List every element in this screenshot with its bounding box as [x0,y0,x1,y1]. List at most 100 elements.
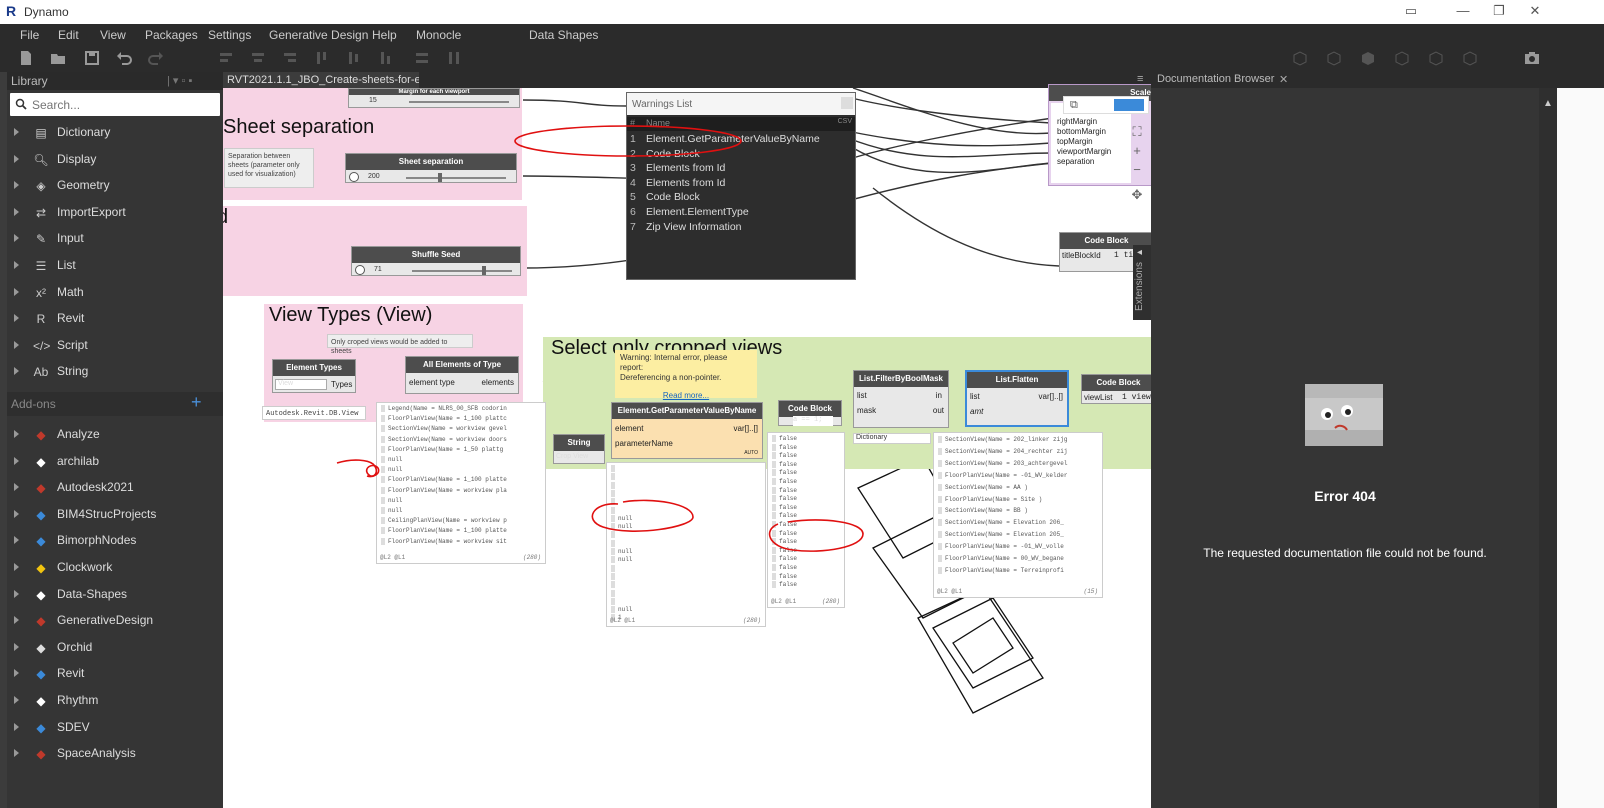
expand-arrow-icon[interactable] [14,314,19,323]
view-left-icon[interactable] [1394,50,1410,66]
search-icon [15,98,27,110]
expand-arrow-icon[interactable] [14,154,19,163]
library-category-revit[interactable]: R Revit [7,306,223,332]
expand-arrow-icon[interactable] [14,722,19,731]
addon-package-label: SDEV [57,719,90,734]
bimorph-icon: ◆ [36,534,46,549]
save-icon[interactable] [84,50,100,66]
addon-package-archilab[interactable]: ◆ archilab [7,449,223,475]
menu-packages[interactable]: Packages [145,28,198,42]
expand-arrow-icon[interactable] [14,536,19,545]
addon-package-sdev[interactable]: ◆ SDEV [7,715,223,741]
align-top-icon [317,52,326,64]
view-right-icon[interactable] [1360,50,1376,66]
expand-arrow-icon[interactable] [14,181,19,190]
documentation-scrollbar[interactable]: ▲ [1539,88,1557,808]
menu-edit[interactable]: Edit [58,28,79,42]
minimize-button[interactable]: — [1448,3,1478,21]
extensions-tab[interactable]: ◂ Extensions [1133,245,1151,320]
menu-help[interactable]: Help [372,28,397,42]
library-category-list[interactable]: ☰ List [7,253,223,279]
expand-arrow-icon[interactable] [14,234,19,243]
library-category-importexport[interactable]: ⇄ ImportExport [7,200,223,226]
documentation-tab[interactable]: Documentation Browser ✕ [1151,72,1604,88]
workspace-canvas[interactable]: RVT2021.1.1_JBO_Create-sheets-for-exi: ✕… [223,72,1151,808]
library-category-display[interactable]: 🔍︎ Display [7,147,223,173]
extensions-label: Extensions [1133,262,1145,311]
align-bottom-icon [381,52,390,64]
addon-package-data-shapes[interactable]: ◆ Data-Shapes [7,582,223,608]
addon-package-label: Rhythm [57,693,99,707]
open-file-icon[interactable] [50,50,66,66]
restore-button[interactable]: ❐ [1484,3,1514,21]
expand-arrow-icon[interactable] [14,642,19,651]
expand-arrow-icon[interactable] [14,749,19,758]
expand-arrow-icon[interactable] [14,456,19,465]
undo-icon[interactable] [116,50,132,66]
expand-arrow-icon[interactable] [14,509,19,518]
presentation-icon[interactable]: ▭ [1396,3,1426,21]
view-iso-icon[interactable] [1462,50,1478,66]
view-front-icon[interactable] [1326,50,1342,66]
new-file-icon[interactable] [18,50,34,66]
expand-arrow-icon[interactable] [14,128,19,136]
library-search-input[interactable] [32,96,212,113]
add-package-icon[interactable]: + [191,392,202,413]
scroll-up-icon[interactable]: ▲ [1543,98,1553,109]
library-category-dictionary[interactable]: ▤ Dictionary [7,120,223,146]
addon-package-revit[interactable]: ◆ Revit [7,661,223,687]
cube-icon: ◈ [36,179,46,194]
expand-arrow-icon[interactable] [14,430,19,438]
addon-package-autodesk2021[interactable]: ◆ Autodesk2021 [7,475,223,501]
library-category-math[interactable]: x² Math [7,280,223,306]
menu-data-shapes[interactable]: Data Shapes [529,28,598,42]
expand-arrow-icon[interactable] [14,287,19,296]
menu-generative-design[interactable]: Generative Design [269,28,368,42]
library-filter-icon[interactable]: | ▾ ▫ ▪ [167,74,192,87]
library-category-input[interactable]: ✎ Input [7,226,223,252]
menu-settings[interactable]: Settings [208,28,251,42]
distribute-icon [416,53,428,63]
import-export-icon: ⇄ [35,205,47,220]
menu-file[interactable]: File [20,28,39,42]
library-category-string[interactable]: Ab String [7,359,223,385]
menu-view[interactable]: View [100,28,126,42]
addon-package-generativedesign[interactable]: ◆ GenerativeDesign [7,608,223,634]
expand-arrow-icon[interactable] [14,261,19,269]
library-search-box[interactable] [10,93,220,116]
expand-arrow-icon[interactable] [14,207,19,216]
expand-arrow-icon[interactable] [14,367,19,376]
string-icon: Ab [33,365,49,380]
close-button[interactable]: ✕ [1520,3,1550,21]
close-tab-icon[interactable]: ✕ [1279,73,1288,86]
library-category-label: String [57,364,89,379]
view-top-icon[interactable] [1292,50,1308,66]
expand-arrow-icon[interactable] [14,483,19,492]
window-title: Dynamo [24,5,69,19]
library-category-script[interactable]: </> Script [7,333,223,359]
align-center-icon [252,53,264,62]
expand-arrow-icon[interactable] [14,563,19,571]
addon-package-spaceanalysis[interactable]: ◆ SpaceAnalysis [7,741,223,767]
distribute-h-icon [449,52,459,64]
menu-monocle[interactable]: Monocle [416,28,461,42]
view-back-icon[interactable] [1428,50,1444,66]
red-circle-warning-item [514,125,742,157]
expand-arrow-icon[interactable] [14,669,19,678]
expand-arrow-icon[interactable] [14,340,19,349]
addon-package-orchid[interactable]: ◆ Orchid [7,635,223,661]
expand-arrow-icon[interactable] [14,616,19,625]
addon-package-clockwork[interactable]: ◆ Clockwork [7,555,223,581]
addon-package-bimorphnodes[interactable]: ◆ BimorphNodes [7,528,223,554]
collapse-arrow-icon[interactable]: ◂ [1137,247,1142,258]
addon-package-analyze[interactable]: ◆ Analyze [7,422,223,448]
expand-arrow-icon[interactable] [14,696,19,704]
addon-package-rhythm[interactable]: ◆ Rhythm [7,688,223,714]
redo-icon[interactable] [148,50,164,66]
addon-package-bim4strucprojects[interactable]: ◆ BIM4StrucProjects [7,502,223,528]
expand-arrow-icon[interactable] [14,589,19,598]
library-category-label: Geometry [57,178,110,193]
list-icon: ☰ [35,259,47,273]
library-category-geometry[interactable]: ◈ Geometry [7,173,223,199]
camera-icon[interactable] [1524,50,1540,66]
